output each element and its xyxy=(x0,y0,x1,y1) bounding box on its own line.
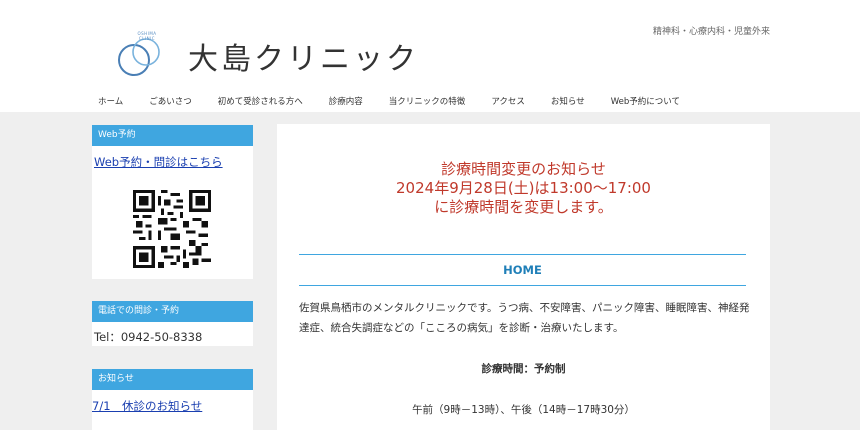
widget-body: 7/1 休診のお知らせ xyxy=(92,390,253,430)
nav-item-news[interactable]: お知らせ xyxy=(551,95,585,107)
page-heading: HOME xyxy=(299,254,746,286)
web-reservation-link[interactable]: Web予約・問診はこちら xyxy=(94,154,223,170)
global-nav: ホーム ごあいさつ 初めて受診される方へ 診療内容 当クリニックの特徴 アクセス… xyxy=(98,95,706,107)
web-reservation-widget: Web予約 Web予約・問診はこちら xyxy=(92,125,253,279)
qr-code-icon[interactable] xyxy=(133,190,211,268)
widget-heading: お知らせ xyxy=(92,369,253,390)
site-header: OSHIMA CLINIC 大島クリニック 精神科・心療内科・児童外来 ホーム … xyxy=(0,0,860,112)
main-content: 診療時間変更のお知らせ 2024年9月28日(土)は13:00～17:00 に診… xyxy=(277,124,770,430)
notice-line: 診療時間変更のお知らせ xyxy=(441,160,606,178)
widget-body: Web予約・問診はこちら xyxy=(92,146,253,279)
nav-item-first-visit[interactable]: 初めて受診される方へ xyxy=(218,95,303,107)
nav-item-features[interactable]: 当クリニックの特徴 xyxy=(389,95,466,107)
nav-item-services[interactable]: 診療内容 xyxy=(329,95,363,107)
nav-item-home[interactable]: ホーム xyxy=(98,95,123,107)
logo-text: OSHIMA CLINIC xyxy=(137,31,157,41)
news-widget: お知らせ 7/1 休診のお知らせ xyxy=(92,369,253,430)
hours-detail: 午前（9時－13時）、午後（14時－17時30分） xyxy=(412,404,635,416)
widget-body: Tel：0942-50-8338 xyxy=(92,322,253,346)
intro-paragraph: 佐賀県鳥栖市のメンタルクリニックです。うつ病、不安障害、パニック障害、睡眠障害、… xyxy=(299,302,750,334)
schedule-change-notice: 診療時間変更のお知らせ 2024年9月28日(土)は13:00～17:00 に診… xyxy=(277,160,770,217)
header-subtitle: 精神科・心療内科・児童外来 xyxy=(652,27,770,37)
notice-line: に診療時間を変更します。 xyxy=(434,198,613,216)
nav-item-web-reservation[interactable]: Web予約について xyxy=(611,95,680,107)
news-item-link[interactable]: 7/1 休診のお知らせ xyxy=(92,398,202,414)
phone-number[interactable]: Tel：0942-50-8338 xyxy=(94,329,202,345)
phone-reservation-widget: 電話での問診・予約 Tel：0942-50-8338 xyxy=(92,301,253,346)
hours-title: 診療時間：予約制 xyxy=(481,363,566,375)
notice-line: 2024年9月28日(土)は13:00～17:00 xyxy=(396,179,651,197)
site-title[interactable]: 大島クリニック xyxy=(188,34,419,78)
nav-item-access[interactable]: アクセス xyxy=(491,95,525,107)
nav-item-greeting[interactable]: ごあいさつ xyxy=(149,95,192,107)
widget-heading: Web予約 xyxy=(92,125,253,146)
widget-heading: 電話での問診・予約 xyxy=(92,301,253,322)
